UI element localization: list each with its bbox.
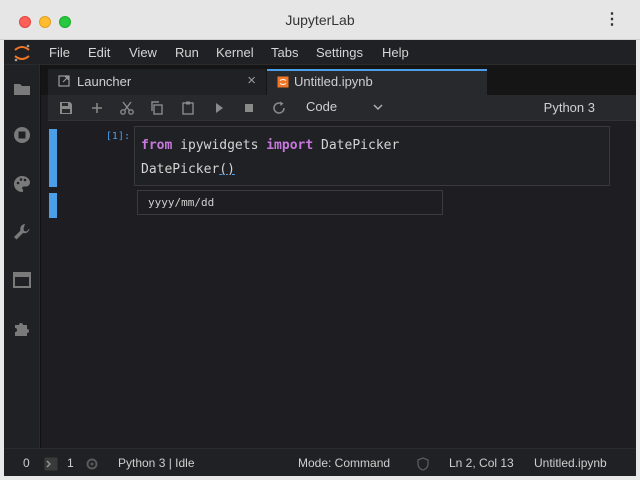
menubar: File Edit View Run Kernel Tabs Settings … xyxy=(4,40,636,65)
cell-type-select[interactable]: Code xyxy=(306,99,337,114)
folder-icon[interactable] xyxy=(11,78,33,100)
notebook-icon xyxy=(277,76,289,88)
extension-icon[interactable] xyxy=(11,317,33,339)
wrench-icon[interactable] xyxy=(11,221,33,243)
window-more-icon[interactable]: ⋮ xyxy=(604,11,620,29)
restart-icon[interactable] xyxy=(271,100,287,116)
input-collapser[interactable] xyxy=(49,129,57,187)
paste-icon[interactable] xyxy=(180,100,196,116)
cursor-position[interactable]: Ln 2, Col 13 xyxy=(449,456,514,470)
close-icon[interactable]: × xyxy=(247,72,256,89)
date-picker-input[interactable]: yyyy/mm/dd xyxy=(137,190,443,215)
tab-notebook-label: Untitled.ipynb xyxy=(294,74,373,89)
output-collapser[interactable] xyxy=(49,193,57,218)
menu-settings[interactable]: Settings xyxy=(316,45,363,60)
input-prompt: [1]: xyxy=(105,131,130,142)
menu-edit[interactable]: Edit xyxy=(88,45,110,60)
menu-tabs[interactable]: Tabs xyxy=(271,45,298,60)
window-title: JupyterLab xyxy=(285,12,355,28)
tab-launcher[interactable]: Launcher × xyxy=(48,69,266,95)
copy-icon[interactable] xyxy=(149,100,165,116)
stop-icon[interactable] xyxy=(241,100,257,116)
status-bar: 0 1 Python 3 | Idle Mode: Command Ln 2, … xyxy=(4,448,636,476)
code-editor[interactable]: from ipywidgets import DatePicker DatePi… xyxy=(134,126,610,186)
running-icon[interactable] xyxy=(11,124,33,146)
jupyter-logo-icon xyxy=(14,44,30,62)
code-keyword-import: import xyxy=(266,138,314,153)
code-keyword-from: from xyxy=(141,138,173,153)
code-module: ipywidgets xyxy=(172,138,267,153)
cut-icon[interactable] xyxy=(119,100,135,116)
terminal-icon[interactable] xyxy=(44,457,58,471)
menu-file[interactable]: File xyxy=(49,45,70,60)
kernel-settings-icon[interactable] xyxy=(85,457,99,471)
status-file-name: Untitled.ipynb xyxy=(534,456,607,470)
terminal-count[interactable]: 0 xyxy=(23,456,30,470)
trusted-shield-icon[interactable] xyxy=(416,457,430,471)
tab-untitled-notebook[interactable]: Untitled.ipynb xyxy=(267,69,487,95)
menu-kernel[interactable]: Kernel xyxy=(216,45,254,60)
menu-help[interactable]: Help xyxy=(382,45,409,60)
code-line-1: from ipywidgets import DatePicker xyxy=(141,138,399,153)
code-call: DatePicker xyxy=(141,162,220,177)
notebook-panel: [1]: from ipywidgets import DatePicker D… xyxy=(48,121,636,448)
menu-run[interactable]: Run xyxy=(175,45,199,60)
code-import-name: DatePicker xyxy=(313,138,400,153)
menu-view[interactable]: View xyxy=(129,45,157,60)
kernel-count[interactable]: 1 xyxy=(67,456,74,470)
tab-bar: Launcher × Untitled.ipynb xyxy=(41,65,636,95)
code-parens: () xyxy=(219,162,235,177)
notebook-toolbar: Code Python 3 xyxy=(48,95,636,121)
code-line-2: DatePicker() xyxy=(141,162,235,177)
tab-launcher-label: Launcher xyxy=(77,74,132,89)
left-sidebar xyxy=(4,65,40,448)
save-icon[interactable] xyxy=(58,100,74,116)
palette-icon[interactable] xyxy=(11,173,33,195)
chevron-down-icon[interactable] xyxy=(372,103,384,111)
main-area: Launcher × Untitled.ipynb Code Python 3 … xyxy=(41,65,636,448)
notebook-mode: Mode: Command xyxy=(298,456,391,470)
jupyterlab-app: File Edit View Run Kernel Tabs Settings … xyxy=(4,40,636,476)
run-icon[interactable] xyxy=(211,100,227,116)
kernel-status[interactable]: Python 3 | Idle xyxy=(118,456,195,470)
launcher-icon xyxy=(58,75,70,87)
window-titlebar: JupyterLab ⋮ xyxy=(0,0,640,40)
kernel-name[interactable]: Python 3 xyxy=(544,100,595,115)
add-cell-icon[interactable] xyxy=(89,100,105,116)
tabs-icon[interactable] xyxy=(11,269,33,291)
